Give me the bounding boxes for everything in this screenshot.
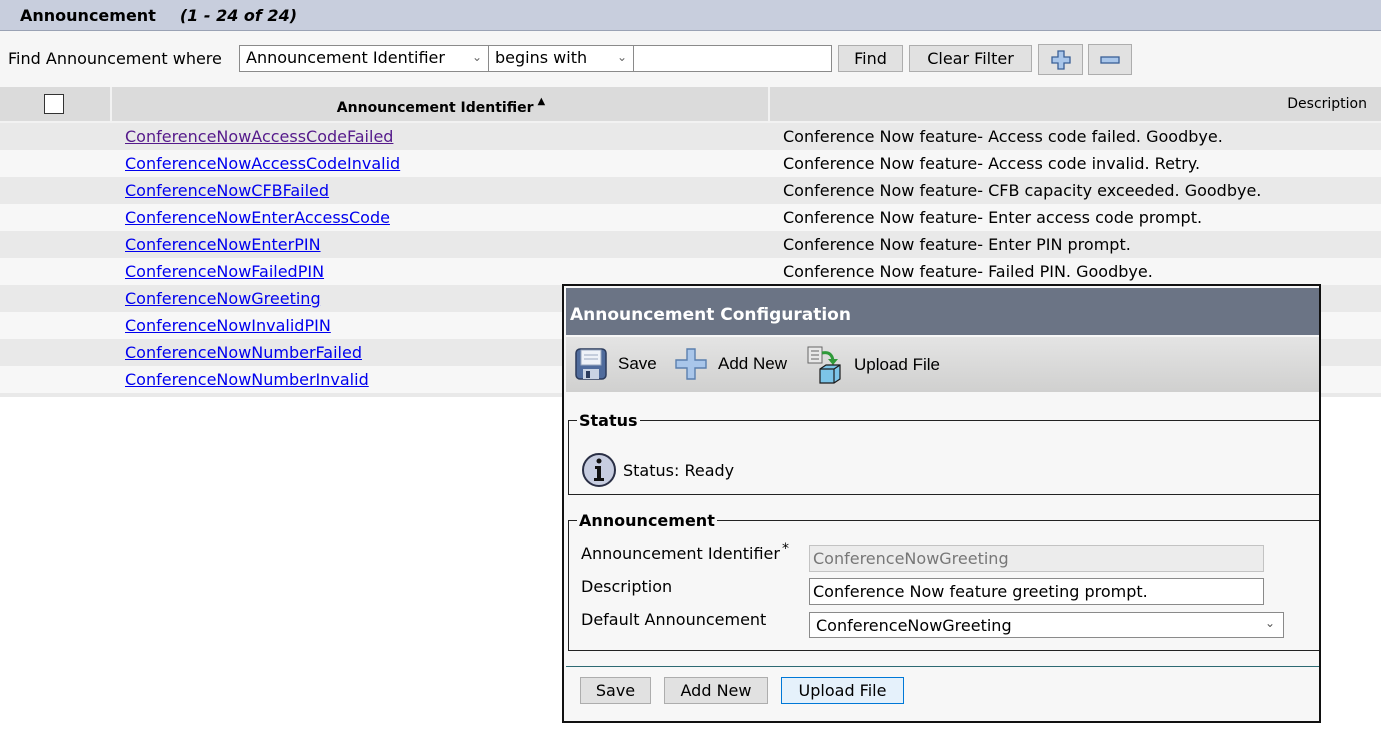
- default-announcement-select[interactable]: ConferenceNowGreeting ⌄: [809, 612, 1284, 638]
- default-announcement-value: ConferenceNowGreeting: [816, 616, 1012, 635]
- search-operator-value: begins with: [495, 48, 588, 67]
- sort-ascending-icon: ▲: [537, 96, 546, 107]
- chevron-down-icon: ⌄: [471, 50, 482, 64]
- description-field[interactable]: Conference Now feature greeting prompt.: [809, 578, 1264, 605]
- table-row: ConferenceNowAccessCodeInvalid Conferenc…: [0, 150, 1381, 177]
- announcement-link[interactable]: ConferenceNowAccessCodeInvalid: [125, 154, 400, 173]
- column-header-identifier[interactable]: Announcement Identifier ▲: [114, 87, 770, 123]
- toolbar-upload-file-label: Upload File: [854, 355, 940, 374]
- info-icon: [582, 453, 616, 487]
- table-header: Announcement Identifier ▲ Description: [0, 87, 1381, 123]
- table-row: ConferenceNowCFBFailed Conference Now fe…: [0, 177, 1381, 204]
- announcement-link[interactable]: ConferenceNowEnterAccessCode: [125, 208, 390, 227]
- table-row: ConferenceNowEnterPIN Conference Now fea…: [0, 231, 1381, 258]
- search-input[interactable]: [633, 45, 832, 72]
- select-all-checkbox[interactable]: [44, 94, 64, 114]
- default-announcement-label: Default Announcement: [581, 610, 767, 629]
- status-message: Status: Ready: [581, 452, 734, 488]
- announcement-link[interactable]: ConferenceNowNumberFailed: [125, 343, 362, 362]
- toolbar-add-new-button[interactable]: Add New: [674, 347, 787, 381]
- save-button[interactable]: Save: [580, 677, 651, 704]
- identifier-field: ConferenceNowGreeting: [809, 545, 1264, 572]
- announcement-description: Conference Now feature- Access code fail…: [783, 127, 1223, 146]
- plus-icon: [1050, 49, 1071, 70]
- announcement-link[interactable]: ConferenceNowCFBFailed: [125, 181, 329, 200]
- toolbar-upload-file-button[interactable]: Upload File: [806, 345, 940, 385]
- announcement-description: Conference Now feature- Access code inva…: [783, 154, 1201, 173]
- chevron-down-icon: ⌄: [1264, 616, 1275, 630]
- table-row: ConferenceNowEnterAccessCode Conference …: [0, 204, 1381, 231]
- announcement-configuration-dialog: Announcement Configuration Save Add New: [562, 284, 1321, 723]
- add-criteria-button[interactable]: [1038, 44, 1083, 75]
- remove-criteria-button[interactable]: [1088, 44, 1132, 75]
- dialog-title: Announcement Configuration: [566, 288, 1319, 335]
- announcement-description: Conference Now feature- Enter PIN prompt…: [783, 235, 1131, 254]
- search-operator-select[interactable]: begins with ⌄: [488, 45, 634, 72]
- announcement-link[interactable]: ConferenceNowFailedPIN: [125, 262, 324, 281]
- required-marker: *: [781, 541, 789, 557]
- status-section: Status Status: Ready: [568, 411, 1319, 495]
- chevron-down-icon: ⌄: [616, 50, 627, 64]
- announcement-description: Conference Now feature- Enter access cod…: [783, 208, 1203, 227]
- description-label: Description: [581, 577, 673, 596]
- identifier-label: Announcement Identifier *: [581, 541, 789, 563]
- upload-file-button[interactable]: Upload File: [781, 677, 904, 704]
- plus-icon: [675, 348, 707, 380]
- select-all-column: [0, 87, 112, 123]
- search-bar: Find Announcement where Announcement Ide…: [0, 31, 1381, 87]
- upload-file-icon: [807, 346, 841, 384]
- status-legend: Status: [579, 411, 638, 430]
- page-title: Announcement: [20, 5, 156, 25]
- dialog-divider: [566, 666, 1319, 667]
- toolbar-save-button[interactable]: Save: [574, 347, 657, 381]
- toolbar-add-new-label: Add New: [718, 354, 787, 373]
- table-row: ConferenceNowAccessCodeFailed Conference…: [0, 123, 1381, 150]
- add-new-button[interactable]: Add New: [664, 677, 768, 704]
- minus-icon: [1100, 55, 1120, 64]
- column-header-description[interactable]: Description: [772, 87, 1381, 123]
- result-count: (1 - 24 of 24): [179, 5, 298, 25]
- table-row: ConferenceNowFailedPIN Conference Now fe…: [0, 258, 1381, 285]
- announcement-link[interactable]: ConferenceNowNumberInvalid: [125, 370, 369, 389]
- announcement-legend: Announcement: [579, 511, 715, 530]
- search-field-select[interactable]: Announcement Identifier ⌄: [239, 45, 489, 72]
- search-field-value: Announcement Identifier: [246, 48, 445, 67]
- announcement-section: Announcement Announcement Identifier * Co…: [568, 511, 1319, 651]
- announcement-link[interactable]: ConferenceNowInvalidPIN: [125, 316, 331, 335]
- column-header-identifier-label: Announcement Identifier: [336, 100, 534, 116]
- announcement-link[interactable]: ConferenceNowEnterPIN: [125, 235, 321, 254]
- clear-filter-button[interactable]: Clear Filter: [909, 45, 1032, 72]
- floppy-disk-icon: [575, 348, 607, 380]
- announcement-link[interactable]: ConferenceNowAccessCodeFailed: [125, 127, 393, 146]
- find-button[interactable]: Find: [838, 45, 903, 72]
- identifier-label-text: Announcement Identifier: [581, 544, 780, 563]
- dialog-toolbar: Save Add New Upload File: [566, 337, 1319, 392]
- toolbar-save-label: Save: [618, 354, 657, 373]
- find-label: Find Announcement where: [8, 49, 222, 68]
- status-text: Status: Ready: [623, 460, 735, 480]
- announcement-description: Conference Now feature- Failed PIN. Good…: [783, 262, 1153, 281]
- announcement-link[interactable]: ConferenceNowGreeting: [125, 289, 321, 308]
- page-header: Announcement (1 - 24 of 24): [0, 0, 1381, 31]
- announcement-description: Conference Now feature- CFB capacity exc…: [783, 181, 1262, 200]
